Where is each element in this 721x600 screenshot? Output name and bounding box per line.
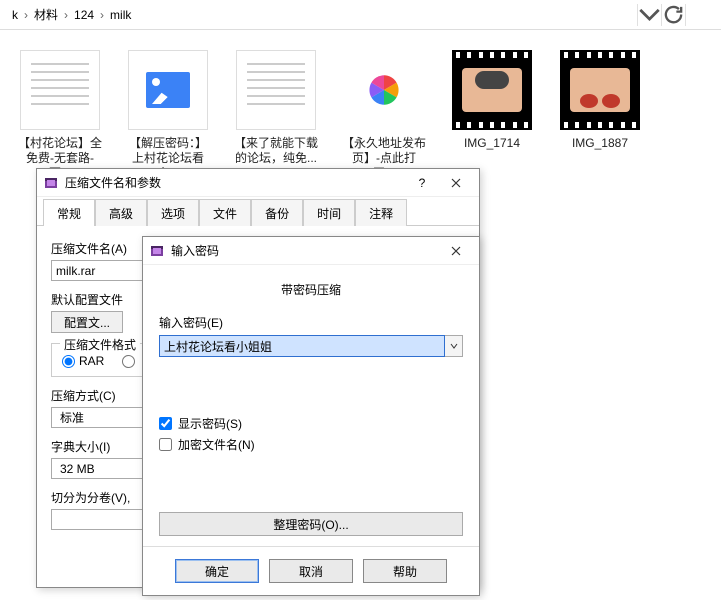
file-item[interactable]: 【解压密码：】上村花论坛看小... bbox=[126, 50, 210, 181]
crumb-trunc[interactable]: k bbox=[8, 8, 22, 22]
crumb-sep: › bbox=[98, 8, 106, 22]
crumb-1[interactable]: 材料 bbox=[30, 6, 62, 23]
close-button[interactable] bbox=[439, 239, 473, 263]
tab-strip: 常规 高级 选项 文件 备份 时间 注释 bbox=[37, 199, 479, 226]
text-file-icon bbox=[20, 50, 100, 130]
encrypt-filenames-checkbox[interactable]: 加密文件名(N) bbox=[159, 436, 463, 453]
dialog-title: 输入密码 bbox=[171, 242, 439, 259]
file-name: IMG_1714 bbox=[450, 136, 534, 151]
show-password-checkbox[interactable]: 显示密码(S) bbox=[159, 415, 463, 432]
enter-password-dialog: 输入密码 带密码压缩 输入密码(E) 显示密码(S) 加密文件名(N) 整理密码… bbox=[142, 236, 480, 596]
tab-general[interactable]: 常规 bbox=[43, 199, 95, 226]
ok-button[interactable]: 确定 bbox=[175, 559, 259, 583]
tab-options[interactable]: 选项 bbox=[147, 199, 199, 226]
crumb-sep: › bbox=[22, 8, 30, 22]
address-dropdown[interactable] bbox=[637, 4, 661, 26]
tab-comment[interactable]: 注释 bbox=[355, 199, 407, 226]
format-rar-radio[interactable]: RAR bbox=[62, 354, 104, 368]
image-file-icon bbox=[128, 50, 208, 130]
crumb-sep: › bbox=[62, 8, 70, 22]
file-name: IMG_1887 bbox=[558, 136, 642, 151]
encrypt-filenames-label: 加密文件名(N) bbox=[178, 436, 255, 453]
text-file-icon bbox=[236, 50, 316, 130]
help-button[interactable]: 帮助 bbox=[363, 559, 447, 583]
organize-passwords-button[interactable]: 整理密码(O)... bbox=[159, 512, 463, 536]
file-item[interactable]: 【来了就能下载的论坛，纯免... bbox=[234, 50, 318, 181]
password-history-dropdown[interactable] bbox=[445, 335, 463, 357]
profiles-button[interactable]: 配置文... bbox=[51, 311, 123, 333]
close-button[interactable] bbox=[439, 171, 473, 195]
tab-backup[interactable]: 备份 bbox=[251, 199, 303, 226]
winrar-icon bbox=[149, 243, 165, 259]
file-item[interactable]: IMG_1714 bbox=[450, 50, 534, 181]
password-label: 输入密码(E) bbox=[159, 314, 463, 331]
search-box[interactable] bbox=[685, 4, 713, 26]
tab-files[interactable]: 文件 bbox=[199, 199, 251, 226]
format-group-label: 压缩文件格式 bbox=[60, 336, 140, 353]
file-item[interactable]: 【永久地址发布页】-点此打开... bbox=[342, 50, 426, 181]
crumb-2[interactable]: 124 bbox=[70, 8, 98, 22]
password-input[interactable] bbox=[159, 335, 445, 357]
video-thumbnail bbox=[560, 50, 640, 130]
tab-time[interactable]: 时间 bbox=[303, 199, 355, 226]
dialog-subtitle: 带密码压缩 bbox=[159, 281, 463, 298]
file-item[interactable]: IMG_1887 bbox=[558, 50, 642, 181]
photos-app-icon bbox=[344, 50, 424, 130]
crumb-3[interactable]: milk bbox=[106, 8, 135, 22]
video-thumbnail bbox=[452, 50, 532, 130]
dialog-titlebar[interactable]: 输入密码 bbox=[143, 237, 479, 265]
file-item[interactable]: 【村花论坛】全免费-无套路-更... bbox=[18, 50, 102, 181]
tab-advanced[interactable]: 高级 bbox=[95, 199, 147, 226]
file-grid: 【村花论坛】全免费-无套路-更... 【解压密码：】上村花论坛看小... 【来了… bbox=[0, 30, 721, 181]
format-rar-label: RAR bbox=[79, 354, 104, 368]
dialog-title: 压缩文件名和参数 bbox=[65, 174, 405, 191]
cancel-button[interactable]: 取消 bbox=[269, 559, 353, 583]
format-other-radio[interactable] bbox=[122, 355, 139, 368]
dialog-titlebar[interactable]: 压缩文件名和参数 ? bbox=[37, 169, 479, 197]
file-name: 【来了就能下载的论坛，纯免... bbox=[234, 136, 318, 166]
breadcrumb[interactable]: k › 材料 › 124 › milk bbox=[0, 0, 721, 30]
help-button[interactable]: ? bbox=[405, 171, 439, 195]
show-password-label: 显示密码(S) bbox=[178, 415, 242, 432]
refresh-button[interactable] bbox=[661, 4, 685, 26]
winrar-icon bbox=[43, 175, 59, 191]
